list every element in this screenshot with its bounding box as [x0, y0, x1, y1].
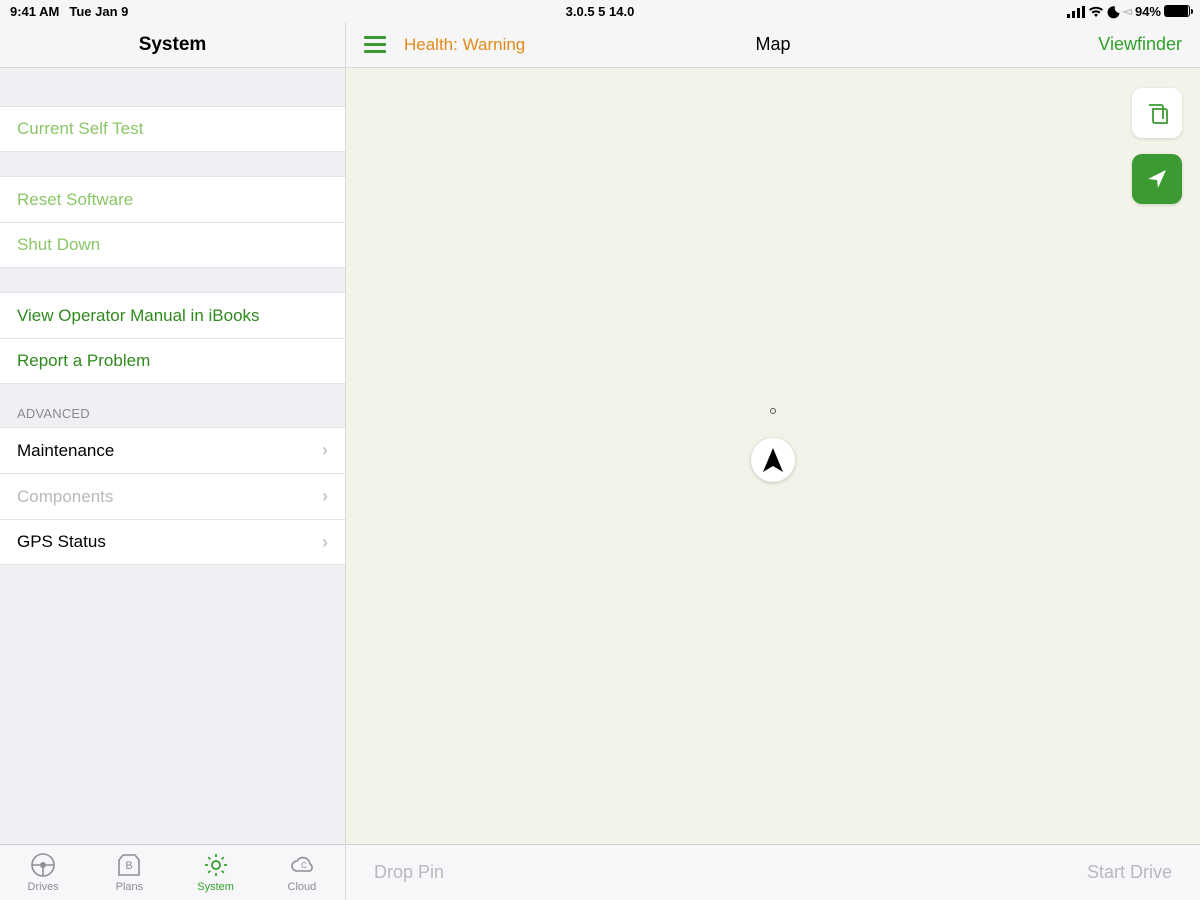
- row-label: Maintenance: [17, 441, 114, 461]
- map-canvas[interactable]: [346, 68, 1200, 844]
- status-bar: 9:41 AM Tue Jan 9 3.0.5 5 14.0 ◅ 94%: [0, 0, 1200, 22]
- tab-system[interactable]: System: [173, 845, 259, 900]
- row-current-self-test[interactable]: Current Self Test: [0, 106, 345, 152]
- sidebar: System Current Self Test Reset Software …: [0, 22, 346, 900]
- tabbar: Drives B Plans System C Cloud: [0, 844, 345, 900]
- chevron-right-icon: ›: [322, 486, 328, 507]
- row-maintenance[interactable]: Maintenance ›: [0, 427, 345, 473]
- plans-icon: B: [116, 852, 142, 878]
- tab-plans[interactable]: B Plans: [86, 845, 172, 900]
- locate-button[interactable]: [1132, 154, 1182, 204]
- locate-icon: [1145, 167, 1169, 191]
- chevron-right-icon: ›: [322, 440, 328, 461]
- tab-label: System: [197, 881, 234, 893]
- row-label: Report a Problem: [17, 351, 150, 371]
- row-label: Reset Software: [17, 190, 133, 210]
- map-point-icon: [770, 408, 776, 414]
- hamburger-icon[interactable]: [364, 36, 386, 53]
- tab-label: Drives: [28, 881, 59, 893]
- tab-cloud[interactable]: C Cloud: [259, 845, 345, 900]
- gear-icon: [203, 852, 229, 878]
- row-view-operator-manual[interactable]: View Operator Manual in iBooks: [0, 292, 345, 338]
- main-header: Health: Warning Map Viewfinder: [346, 22, 1200, 68]
- chevron-right-icon: ›: [322, 532, 328, 553]
- compass-marker[interactable]: [751, 438, 795, 482]
- tab-label: Cloud: [288, 881, 317, 893]
- battery-percent: 94%: [1135, 4, 1161, 19]
- cloud-icon: C: [289, 852, 315, 878]
- row-label: Components: [17, 487, 113, 507]
- battery-icon: [1164, 5, 1190, 17]
- section-header-advanced: ADVANCED: [0, 384, 345, 427]
- layers-icon: [1144, 100, 1170, 126]
- moon-icon: [1107, 3, 1120, 18]
- tab-label: Plans: [116, 881, 144, 893]
- status-version: 3.0.5 5 14.0: [0, 4, 1200, 19]
- main-footer: Drop Pin Start Drive: [346, 844, 1200, 900]
- svg-text:B: B: [126, 860, 133, 872]
- tab-drives[interactable]: Drives: [0, 845, 86, 900]
- drop-pin-button[interactable]: Drop Pin: [374, 862, 444, 883]
- location-off-icon: ◅: [1123, 4, 1132, 18]
- row-report-a-problem[interactable]: Report a Problem: [0, 338, 345, 384]
- row-label: Current Self Test: [17, 119, 143, 139]
- row-label: GPS Status: [17, 532, 106, 552]
- row-gps-status[interactable]: GPS Status ›: [0, 519, 345, 565]
- steering-wheel-icon: [30, 852, 56, 878]
- row-label: Shut Down: [17, 235, 100, 255]
- signal-icon: [1067, 4, 1085, 19]
- viewfinder-button[interactable]: Viewfinder: [1098, 34, 1182, 55]
- wifi-icon: [1088, 4, 1104, 19]
- main-pane: Health: Warning Map Viewfinder Drop Pin: [346, 22, 1200, 900]
- row-components: Components ›: [0, 473, 345, 519]
- layers-button[interactable]: [1132, 88, 1182, 138]
- row-label: View Operator Manual in iBooks: [17, 306, 260, 326]
- health-status[interactable]: Health: Warning: [404, 35, 525, 55]
- row-reset-software[interactable]: Reset Software: [0, 176, 345, 222]
- status-date: Tue Jan 9: [69, 4, 128, 19]
- start-drive-button[interactable]: Start Drive: [1087, 862, 1172, 883]
- sidebar-title: System: [0, 22, 345, 68]
- status-time: 9:41 AM: [10, 4, 59, 19]
- svg-text:C: C: [301, 861, 307, 870]
- compass-icon: [761, 446, 785, 474]
- row-shut-down[interactable]: Shut Down: [0, 222, 345, 268]
